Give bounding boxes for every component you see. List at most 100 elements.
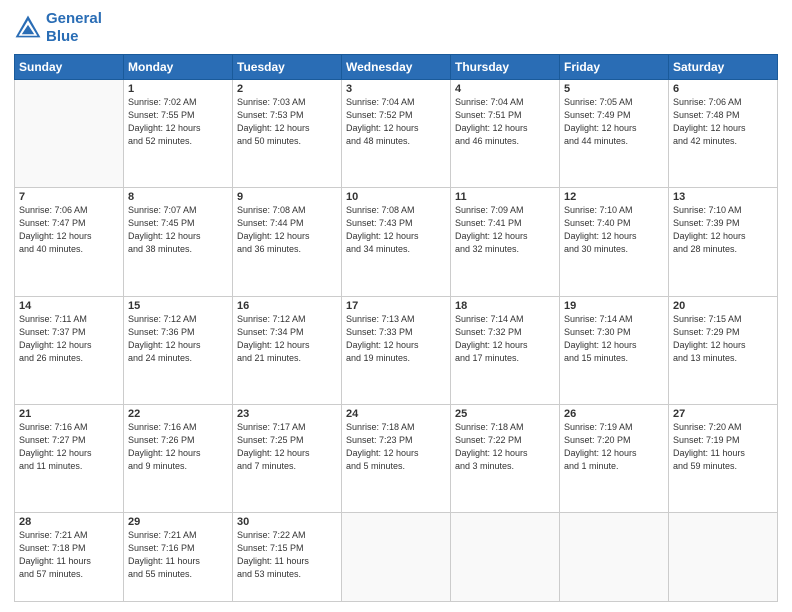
week-row-3: 14Sunrise: 7:11 AM Sunset: 7:37 PM Dayli… bbox=[15, 296, 778, 404]
day-info: Sunrise: 7:15 AM Sunset: 7:29 PM Dayligh… bbox=[673, 313, 773, 365]
day-number: 21 bbox=[19, 408, 119, 420]
calendar-cell: 11Sunrise: 7:09 AM Sunset: 7:41 PM Dayli… bbox=[451, 188, 560, 296]
day-number: 9 bbox=[237, 191, 337, 203]
day-number: 14 bbox=[19, 300, 119, 312]
day-info: Sunrise: 7:08 AM Sunset: 7:43 PM Dayligh… bbox=[346, 204, 446, 256]
weekday-header-friday: Friday bbox=[560, 55, 669, 80]
page: General Blue SundayMondayTuesdayWednesda… bbox=[0, 0, 792, 612]
calendar-cell: 29Sunrise: 7:21 AM Sunset: 7:16 PM Dayli… bbox=[124, 513, 233, 602]
day-info: Sunrise: 7:20 AM Sunset: 7:19 PM Dayligh… bbox=[673, 421, 773, 473]
calendar-cell: 1Sunrise: 7:02 AM Sunset: 7:55 PM Daylig… bbox=[124, 80, 233, 188]
day-info: Sunrise: 7:04 AM Sunset: 7:52 PM Dayligh… bbox=[346, 96, 446, 148]
calendar-cell bbox=[15, 80, 124, 188]
day-info: Sunrise: 7:22 AM Sunset: 7:15 PM Dayligh… bbox=[237, 529, 337, 581]
day-info: Sunrise: 7:12 AM Sunset: 7:34 PM Dayligh… bbox=[237, 313, 337, 365]
calendar-cell: 3Sunrise: 7:04 AM Sunset: 7:52 PM Daylig… bbox=[342, 80, 451, 188]
calendar-cell: 28Sunrise: 7:21 AM Sunset: 7:18 PM Dayli… bbox=[15, 513, 124, 602]
calendar-cell: 13Sunrise: 7:10 AM Sunset: 7:39 PM Dayli… bbox=[669, 188, 778, 296]
day-number: 5 bbox=[564, 83, 664, 95]
calendar-cell: 26Sunrise: 7:19 AM Sunset: 7:20 PM Dayli… bbox=[560, 404, 669, 512]
day-info: Sunrise: 7:14 AM Sunset: 7:32 PM Dayligh… bbox=[455, 313, 555, 365]
calendar-cell: 25Sunrise: 7:18 AM Sunset: 7:22 PM Dayli… bbox=[451, 404, 560, 512]
day-info: Sunrise: 7:08 AM Sunset: 7:44 PM Dayligh… bbox=[237, 204, 337, 256]
day-number: 23 bbox=[237, 408, 337, 420]
day-number: 30 bbox=[237, 516, 337, 528]
day-info: Sunrise: 7:13 AM Sunset: 7:33 PM Dayligh… bbox=[346, 313, 446, 365]
day-info: Sunrise: 7:17 AM Sunset: 7:25 PM Dayligh… bbox=[237, 421, 337, 473]
calendar-cell: 23Sunrise: 7:17 AM Sunset: 7:25 PM Dayli… bbox=[233, 404, 342, 512]
day-number: 24 bbox=[346, 408, 446, 420]
calendar-cell: 20Sunrise: 7:15 AM Sunset: 7:29 PM Dayli… bbox=[669, 296, 778, 404]
weekday-header-saturday: Saturday bbox=[669, 55, 778, 80]
calendar-cell: 17Sunrise: 7:13 AM Sunset: 7:33 PM Dayli… bbox=[342, 296, 451, 404]
calendar-cell bbox=[342, 513, 451, 602]
weekday-header-row: SundayMondayTuesdayWednesdayThursdayFrid… bbox=[15, 55, 778, 80]
day-number: 18 bbox=[455, 300, 555, 312]
calendar-cell: 15Sunrise: 7:12 AM Sunset: 7:36 PM Dayli… bbox=[124, 296, 233, 404]
day-number: 28 bbox=[19, 516, 119, 528]
day-info: Sunrise: 7:18 AM Sunset: 7:23 PM Dayligh… bbox=[346, 421, 446, 473]
calendar-cell: 9Sunrise: 7:08 AM Sunset: 7:44 PM Daylig… bbox=[233, 188, 342, 296]
calendar-cell: 8Sunrise: 7:07 AM Sunset: 7:45 PM Daylig… bbox=[124, 188, 233, 296]
day-number: 6 bbox=[673, 83, 773, 95]
day-number: 19 bbox=[564, 300, 664, 312]
week-row-2: 7Sunrise: 7:06 AM Sunset: 7:47 PM Daylig… bbox=[15, 188, 778, 296]
logo: General Blue bbox=[14, 10, 102, 46]
calendar-cell: 10Sunrise: 7:08 AM Sunset: 7:43 PM Dayli… bbox=[342, 188, 451, 296]
day-info: Sunrise: 7:21 AM Sunset: 7:18 PM Dayligh… bbox=[19, 529, 119, 581]
day-info: Sunrise: 7:06 AM Sunset: 7:47 PM Dayligh… bbox=[19, 204, 119, 256]
day-number: 8 bbox=[128, 191, 228, 203]
day-number: 4 bbox=[455, 83, 555, 95]
day-info: Sunrise: 7:18 AM Sunset: 7:22 PM Dayligh… bbox=[455, 421, 555, 473]
day-number: 11 bbox=[455, 191, 555, 203]
calendar-cell bbox=[669, 513, 778, 602]
calendar-cell: 14Sunrise: 7:11 AM Sunset: 7:37 PM Dayli… bbox=[15, 296, 124, 404]
day-number: 2 bbox=[237, 83, 337, 95]
logo-icon bbox=[14, 14, 42, 42]
logo-text: General Blue bbox=[46, 10, 102, 46]
week-row-4: 21Sunrise: 7:16 AM Sunset: 7:27 PM Dayli… bbox=[15, 404, 778, 512]
calendar-cell bbox=[451, 513, 560, 602]
calendar-cell: 24Sunrise: 7:18 AM Sunset: 7:23 PM Dayli… bbox=[342, 404, 451, 512]
day-info: Sunrise: 7:16 AM Sunset: 7:26 PM Dayligh… bbox=[128, 421, 228, 473]
week-row-5: 28Sunrise: 7:21 AM Sunset: 7:18 PM Dayli… bbox=[15, 513, 778, 602]
day-number: 1 bbox=[128, 83, 228, 95]
header: General Blue bbox=[14, 10, 778, 46]
day-info: Sunrise: 7:04 AM Sunset: 7:51 PM Dayligh… bbox=[455, 96, 555, 148]
calendar-cell: 2Sunrise: 7:03 AM Sunset: 7:53 PM Daylig… bbox=[233, 80, 342, 188]
weekday-header-wednesday: Wednesday bbox=[342, 55, 451, 80]
day-info: Sunrise: 7:07 AM Sunset: 7:45 PM Dayligh… bbox=[128, 204, 228, 256]
day-number: 29 bbox=[128, 516, 228, 528]
calendar-cell: 7Sunrise: 7:06 AM Sunset: 7:47 PM Daylig… bbox=[15, 188, 124, 296]
week-row-1: 1Sunrise: 7:02 AM Sunset: 7:55 PM Daylig… bbox=[15, 80, 778, 188]
calendar-cell: 19Sunrise: 7:14 AM Sunset: 7:30 PM Dayli… bbox=[560, 296, 669, 404]
day-info: Sunrise: 7:09 AM Sunset: 7:41 PM Dayligh… bbox=[455, 204, 555, 256]
calendar-cell: 30Sunrise: 7:22 AM Sunset: 7:15 PM Dayli… bbox=[233, 513, 342, 602]
day-number: 20 bbox=[673, 300, 773, 312]
day-number: 22 bbox=[128, 408, 228, 420]
weekday-header-thursday: Thursday bbox=[451, 55, 560, 80]
calendar-table: SundayMondayTuesdayWednesdayThursdayFrid… bbox=[14, 54, 778, 602]
calendar-cell: 27Sunrise: 7:20 AM Sunset: 7:19 PM Dayli… bbox=[669, 404, 778, 512]
day-number: 16 bbox=[237, 300, 337, 312]
day-info: Sunrise: 7:10 AM Sunset: 7:39 PM Dayligh… bbox=[673, 204, 773, 256]
day-number: 13 bbox=[673, 191, 773, 203]
day-info: Sunrise: 7:12 AM Sunset: 7:36 PM Dayligh… bbox=[128, 313, 228, 365]
calendar-cell: 16Sunrise: 7:12 AM Sunset: 7:34 PM Dayli… bbox=[233, 296, 342, 404]
day-number: 17 bbox=[346, 300, 446, 312]
weekday-header-tuesday: Tuesday bbox=[233, 55, 342, 80]
calendar-cell: 22Sunrise: 7:16 AM Sunset: 7:26 PM Dayli… bbox=[124, 404, 233, 512]
calendar-cell: 21Sunrise: 7:16 AM Sunset: 7:27 PM Dayli… bbox=[15, 404, 124, 512]
day-info: Sunrise: 7:06 AM Sunset: 7:48 PM Dayligh… bbox=[673, 96, 773, 148]
day-number: 15 bbox=[128, 300, 228, 312]
calendar-cell: 5Sunrise: 7:05 AM Sunset: 7:49 PM Daylig… bbox=[560, 80, 669, 188]
day-number: 3 bbox=[346, 83, 446, 95]
day-number: 26 bbox=[564, 408, 664, 420]
day-number: 10 bbox=[346, 191, 446, 203]
calendar-cell: 6Sunrise: 7:06 AM Sunset: 7:48 PM Daylig… bbox=[669, 80, 778, 188]
calendar-cell: 4Sunrise: 7:04 AM Sunset: 7:51 PM Daylig… bbox=[451, 80, 560, 188]
logo-general: General bbox=[46, 10, 102, 27]
day-number: 25 bbox=[455, 408, 555, 420]
weekday-header-sunday: Sunday bbox=[15, 55, 124, 80]
day-info: Sunrise: 7:03 AM Sunset: 7:53 PM Dayligh… bbox=[237, 96, 337, 148]
